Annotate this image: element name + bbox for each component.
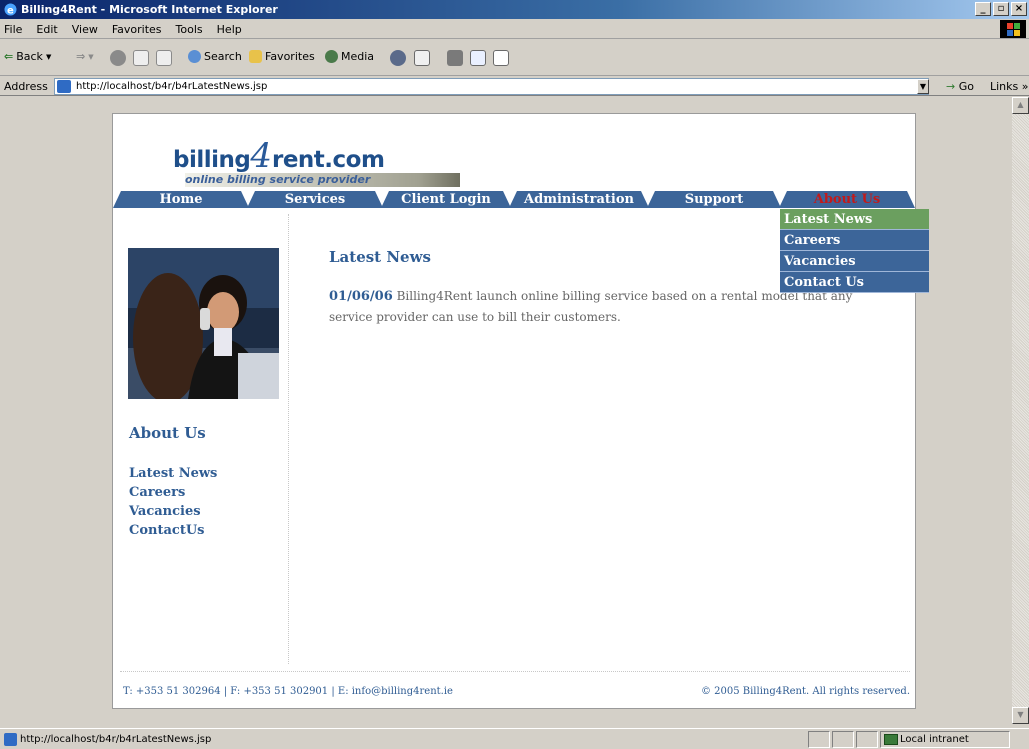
chevron-down-icon: ▼ — [45, 52, 52, 61]
footer-contact: T: +353 51 302964 | F: +353 51 302901 | … — [123, 686, 453, 697]
photo-image — [128, 248, 279, 399]
status-panel — [856, 731, 878, 748]
sidebar-link-contact-us[interactable]: ContactUs — [129, 521, 217, 540]
favorites-icon — [249, 50, 262, 63]
address-label: Address — [4, 80, 48, 93]
status-bar: http://localhost/b4r/b4rLatestNews.jsp L… — [0, 728, 1029, 749]
scroll-up-button[interactable]: ▲ — [1012, 97, 1029, 114]
dropdown-latest-news[interactable]: Latest News — [780, 209, 929, 230]
menu-edit[interactable]: Edit — [36, 23, 57, 36]
status-panel — [808, 731, 830, 748]
windows-logo-icon — [1000, 20, 1026, 38]
address-dropdown-button[interactable]: ▼ — [917, 79, 929, 94]
web-page: billing4rent.com online billing service … — [112, 113, 929, 709]
menu-view[interactable]: View — [72, 23, 98, 36]
about-us-dropdown: Latest News Careers Vacancies Contact Us — [780, 209, 929, 293]
nav-administration[interactable]: Administration — [509, 191, 649, 208]
ie-icon: e — [4, 3, 17, 17]
security-zone: Local intranet — [900, 734, 969, 745]
edit-icon[interactable] — [470, 50, 486, 66]
page-icon — [57, 80, 71, 93]
logo-tagline: online billing service provider — [185, 173, 371, 186]
media-icon — [325, 50, 338, 63]
go-button[interactable]: → Go — [946, 80, 974, 93]
dropdown-contact-us[interactable]: Contact Us — [780, 272, 929, 293]
refresh-icon[interactable] — [133, 50, 149, 66]
page-footer: T: +353 51 302964 | F: +353 51 302901 | … — [120, 671, 910, 697]
vertical-scrollbar[interactable]: ▲ ▼ — [1012, 97, 1029, 724]
nav-support[interactable]: Support — [647, 191, 781, 208]
restore-button[interactable]: ▫ — [993, 2, 1009, 16]
status-text: http://localhost/b4r/b4rLatestNews.jsp — [20, 734, 212, 745]
sidebar-link-latest-news[interactable]: Latest News — [129, 464, 217, 483]
mail-icon[interactable] — [414, 50, 430, 66]
news-text: Billing4Rent launch online billing servi… — [329, 289, 853, 324]
media-button[interactable]: Media — [325, 50, 374, 63]
menu-help[interactable]: Help — [217, 23, 242, 36]
search-button[interactable]: Search — [188, 50, 242, 63]
back-button[interactable]: ⇐ Back ▼ — [4, 50, 51, 63]
sidebar-heading: About Us — [129, 424, 206, 442]
dropdown-vacancies[interactable]: Vacancies — [780, 251, 929, 272]
home-icon[interactable] — [156, 50, 172, 66]
discuss-icon[interactable] — [493, 50, 509, 66]
sidebar-link-vacancies[interactable]: Vacancies — [129, 502, 217, 521]
footer-copyright: © 2005 Billing4Rent. All rights reserved… — [700, 686, 910, 697]
window-title-bar: e Billing4Rent - Microsoft Internet Expl… — [0, 0, 1029, 19]
close-button[interactable]: × — [1011, 2, 1027, 16]
chevron-down-icon: ▼ — [88, 52, 94, 61]
dropdown-careers[interactable]: Careers — [780, 230, 929, 251]
sidebar-links: Latest News Careers Vacancies ContactUs — [129, 464, 217, 540]
address-url: http://localhost/b4r/b4rLatestNews.jsp — [76, 81, 268, 92]
history-icon[interactable] — [390, 50, 406, 66]
site-logo[interactable]: billing4rent.com online billing service … — [173, 136, 460, 187]
main-nav: Home Services Client Login Administratio… — [113, 191, 915, 208]
nav-services[interactable]: Services — [247, 191, 383, 208]
menu-favorites[interactable]: Favorites — [112, 23, 162, 36]
nav-home[interactable]: Home — [113, 191, 249, 208]
toolbar: ⇐ Back ▼ ⇒ ▼ Search Favorites Media — [0, 40, 1029, 76]
stop-icon[interactable] — [110, 50, 126, 66]
print-icon[interactable] — [447, 50, 463, 66]
nav-about-us[interactable]: About Us — [779, 191, 915, 208]
status-panel — [832, 731, 854, 748]
left-sidebar: About Us Latest News Careers Vacancies C… — [113, 214, 289, 664]
search-icon — [188, 50, 201, 63]
menu-file[interactable]: File — [4, 23, 22, 36]
browser-viewport: billing4rent.com online billing service … — [0, 97, 1012, 724]
logo-tagline-bar: online billing service provider — [185, 173, 460, 187]
forward-button[interactable]: ⇒ ▼ — [76, 50, 94, 63]
page-icon — [4, 733, 17, 746]
nav-client-login[interactable]: Client Login — [381, 191, 511, 208]
minimize-button[interactable]: _ — [975, 2, 991, 16]
news-date: 01/06/06 — [329, 289, 393, 304]
svg-text:e: e — [7, 6, 14, 17]
scroll-down-button[interactable]: ▼ — [1012, 707, 1029, 724]
local-intranet-icon — [884, 734, 898, 745]
favorites-button[interactable]: Favorites — [249, 50, 315, 63]
address-input[interactable]: http://localhost/b4r/b4rLatestNews.jsp — [54, 78, 929, 95]
menu-bar: File Edit View Favorites Tools Help — [0, 19, 1029, 39]
menu-tools[interactable]: Tools — [176, 23, 203, 36]
window-title: Billing4Rent - Microsoft Internet Explor… — [21, 3, 278, 16]
back-arrow-icon: ⇐ — [4, 50, 14, 63]
go-arrow-icon: → — [946, 80, 956, 93]
address-bar: Address http://localhost/b4r/b4rLatestNe… — [0, 76, 1029, 96]
forward-arrow-icon: ⇒ — [76, 50, 86, 63]
links-button[interactable]: Links » — [990, 80, 1028, 93]
sidebar-link-careers[interactable]: Careers — [129, 483, 217, 502]
business-woman-photo — [128, 248, 279, 399]
